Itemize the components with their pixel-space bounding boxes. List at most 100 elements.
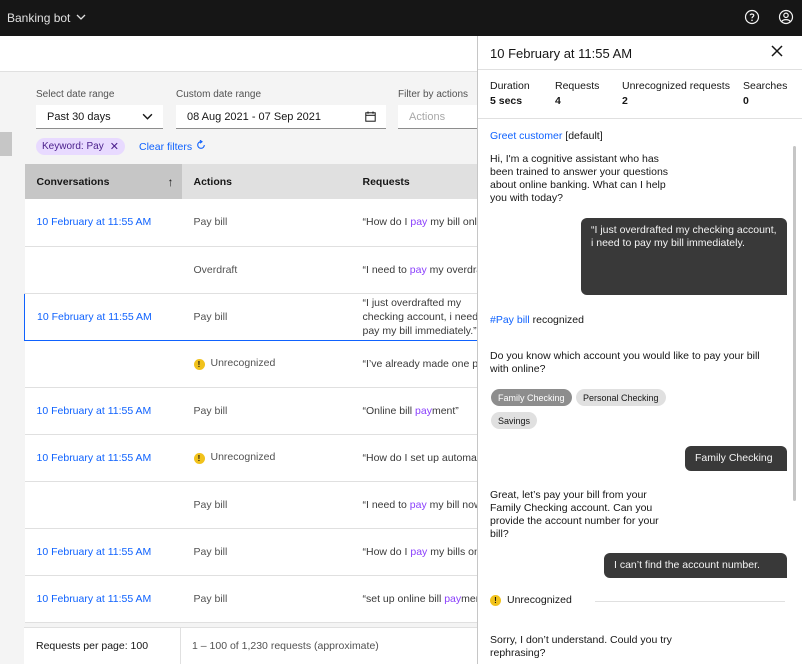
panel-title: 10 February at 11:55 AM bbox=[490, 46, 633, 61]
request-fragment: “I need to bbox=[362, 498, 410, 511]
warning-icon: ! bbox=[193, 359, 205, 370]
table-header: Conversations ↑ Actions Requests bbox=[24, 164, 495, 199]
custom-range-label: Custom date range bbox=[176, 89, 262, 100]
items-per-page-select[interactable]: Requests per page: 100 bbox=[36, 640, 148, 652]
request-text: “How do I pay my bill online?” bbox=[363, 215, 495, 229]
option-button[interactable]: Savings bbox=[491, 412, 538, 429]
conversation-link[interactable]: 10 February at 11:55 AM bbox=[37, 546, 152, 558]
clear-filters-button[interactable]: Clear filters bbox=[139, 139, 206, 153]
request-text: “I need to pay my overdraft fee” bbox=[363, 263, 495, 277]
conversation-link[interactable]: 10 February at 11:55 AM bbox=[37, 311, 152, 323]
custom-range-input[interactable]: 08 Aug 2021 - 07 Sep 2021 bbox=[176, 105, 386, 129]
clear-filters-label: Clear filters bbox=[139, 140, 193, 153]
request-text: “How do I set up automatic payments” bbox=[363, 451, 495, 465]
conversation-cell bbox=[24, 246, 182, 294]
request-cell: “I need to pay my bill now” bbox=[350, 481, 495, 529]
stat-label: Duration bbox=[490, 80, 530, 92]
conversation-link[interactable]: 10 February at 11:55 AM bbox=[37, 405, 152, 417]
conversation-cell[interactable]: 10 February at 11:55 AM bbox=[24, 199, 182, 247]
stat-searches: Searches 0 bbox=[743, 80, 787, 107]
divider bbox=[595, 601, 785, 602]
actions-filter-input[interactable]: Actions bbox=[398, 105, 480, 129]
conversation-cell[interactable]: 10 February at 11:55 AM bbox=[24, 292, 182, 341]
conversation-link[interactable]: 10 February at 11:55 AM bbox=[37, 593, 152, 605]
action-label: Unrecognized bbox=[210, 357, 276, 369]
table-row[interactable]: 10 February at 11:55 AM Pay bill “How do I… bbox=[24, 528, 495, 576]
requests-table: Conversations ↑ Actions Requests 10 Febru… bbox=[24, 164, 495, 623]
bot-message: Hi, I'm a cognitive assistant who has be… bbox=[490, 153, 669, 204]
table-row[interactable]: 10 February at 11:55 AM Pay bill “I just o… bbox=[24, 292, 495, 341]
column-header-label: Requests bbox=[362, 175, 410, 188]
conversation-cell[interactable]: 10 February at 11:55 AM bbox=[24, 387, 182, 435]
user-message: I can’t find the account number. bbox=[604, 553, 787, 578]
app-switcher[interactable]: Banking bot bbox=[7, 11, 86, 25]
stat-label: Requests bbox=[555, 80, 600, 92]
column-header-actions[interactable]: Actions bbox=[181, 164, 351, 199]
calendar-icon[interactable] bbox=[365, 111, 376, 122]
arrow-up-icon: ↑ bbox=[167, 175, 174, 189]
sub-header bbox=[0, 36, 480, 72]
greet-customer-link[interactable]: Greet customer bbox=[490, 130, 562, 142]
action-label: Pay bill bbox=[193, 498, 228, 511]
conversation-link[interactable]: 10 February at 11:55 AM bbox=[37, 452, 152, 464]
request-fragment: “I’ve already made one payment” bbox=[362, 357, 495, 370]
column-header-requests[interactable]: Requests bbox=[350, 164, 495, 199]
table-row[interactable]: 10 February at 11:55 AM Pay bill “set up o… bbox=[24, 575, 495, 623]
conversation-cell[interactable]: 10 February at 11:55 AM bbox=[24, 434, 182, 482]
request-fragment: “I just overdrafted my checking account,… bbox=[362, 296, 490, 337]
date-range-select[interactable]: Past 30 days bbox=[36, 105, 163, 129]
close-icon[interactable] bbox=[770, 44, 784, 58]
divider bbox=[478, 118, 802, 119]
user-message: Family Checking bbox=[685, 446, 787, 471]
table-row[interactable]: Pay bill “I need to pay my bill now” bbox=[24, 481, 495, 529]
request-fragment: ment” bbox=[431, 404, 459, 417]
request-text: “I just overdrafted my checking account,… bbox=[363, 296, 495, 338]
bot-message: Do you know which account you would like… bbox=[490, 350, 760, 375]
table-row[interactable]: 10 February at 11:55 AM! Unrecognized “How… bbox=[24, 434, 495, 482]
option-button[interactable]: Family Checking bbox=[491, 389, 572, 406]
pagination-range: 1 – 100 of 1,230 requests (approximate) bbox=[192, 640, 379, 652]
conversation-link[interactable]: 10 February at 11:55 AM bbox=[37, 216, 152, 228]
user-message: “I just overdrafted my checking account,… bbox=[581, 218, 787, 295]
warning-icon: ! bbox=[193, 453, 205, 464]
request-text: “I need to pay my bill now” bbox=[363, 498, 495, 512]
intent-link[interactable]: #Pay bill bbox=[490, 314, 530, 326]
date-range-value: Past 30 days bbox=[47, 110, 111, 123]
close-icon[interactable]: ✕ bbox=[110, 140, 119, 153]
column-header-conversations[interactable]: Conversations ↑ bbox=[24, 164, 182, 199]
action-label: Pay bill bbox=[193, 216, 228, 229]
option-button[interactable]: Personal Checking bbox=[576, 389, 666, 406]
stat-duration: Duration 5 secs bbox=[490, 80, 530, 107]
stat-value: 4 bbox=[555, 95, 561, 107]
intent-suffix: recognized bbox=[529, 314, 584, 326]
conversation-cell[interactable]: 10 February at 11:55 AM bbox=[24, 575, 182, 623]
keyword-highlight: pay bbox=[410, 545, 428, 558]
user-avatar-icon[interactable] bbox=[778, 9, 794, 25]
bot-message: Sorry, I don’t understand. Could you try… bbox=[490, 634, 672, 659]
scrollbar[interactable] bbox=[793, 146, 796, 501]
stat-unrecognized: Unrecognized requests 2 bbox=[622, 80, 730, 107]
request-cell: “Online bill payment” bbox=[350, 387, 495, 435]
table-row[interactable]: ! Unrecognized “I’ve already made one paym… bbox=[24, 340, 495, 388]
request-fragment: “How do I set up automatic payments” bbox=[362, 451, 495, 464]
request-cell: “I’ve already made one payment” bbox=[350, 340, 495, 388]
table-row[interactable]: 10 February at 11:55 AM Pay bill “Online b… bbox=[24, 387, 495, 435]
unrecognized-marker: ! Unrecognized bbox=[490, 594, 572, 606]
request-cell: “set up online bill payment” bbox=[350, 575, 495, 623]
stat-value: 0 bbox=[743, 95, 749, 107]
request-fragment: “How do I bbox=[362, 216, 411, 229]
request-text: “How do I pay my bills online” bbox=[363, 545, 495, 559]
action-label: Pay bill bbox=[193, 404, 228, 417]
intent-recognized: #Pay bill recognized bbox=[490, 314, 584, 327]
help-icon[interactable] bbox=[744, 9, 760, 25]
table-row[interactable]: Overdraft “I need to pay my overdraft fee… bbox=[24, 246, 495, 294]
stat-label: Searches bbox=[743, 80, 788, 92]
stat-value: 2 bbox=[622, 95, 628, 107]
table-row[interactable]: 10 February at 11:55 AM Pay bill “How do I… bbox=[24, 199, 495, 247]
request-fragment: “How do I bbox=[362, 545, 411, 558]
action-greet: Greet customer [default] bbox=[490, 130, 603, 143]
request-text: “I’ve already made one payment” bbox=[363, 357, 495, 371]
divider bbox=[478, 69, 802, 70]
request-fragment: “I need to bbox=[362, 263, 410, 276]
conversation-cell[interactable]: 10 February at 11:55 AM bbox=[24, 528, 182, 576]
